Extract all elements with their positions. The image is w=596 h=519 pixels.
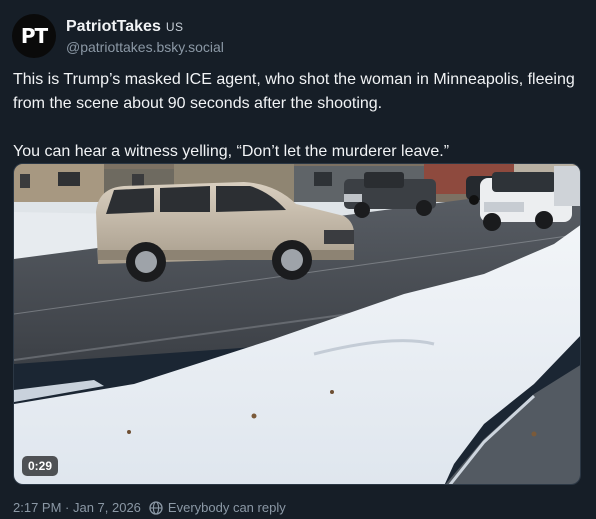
name-row: PatriotTakes US (66, 18, 224, 36)
video-duration-badge: 0:29 (22, 456, 59, 476)
globe-icon (149, 500, 163, 515)
post-header: PT PatriotTakes US @patriottakes.bsky.so… (12, 12, 224, 60)
post-text-paragraph-1: This is Trump’s masked ICE agent, who sh… (13, 71, 575, 112)
reply-setting[interactable]: Everybody can reply (168, 500, 286, 515)
video-player[interactable]: 0:29 (13, 163, 581, 485)
post-timestamp[interactable]: 2:17 PM · Jan 7, 2026 (13, 500, 141, 515)
post-footer: 2:17 PM · Jan 7, 2026 Everybody can repl… (13, 500, 286, 515)
post-card: PT PatriotTakes US @patriottakes.bsky.so… (0, 0, 596, 519)
avatar[interactable]: PT (12, 14, 56, 58)
handle[interactable]: @patriottakes.bsky.social (66, 39, 224, 55)
post-text: This is Trump’s masked ICE agent, who sh… (13, 68, 585, 164)
post-text-paragraph-2: You can hear a witness yelling, “Don’t l… (13, 143, 450, 160)
video-frame (14, 164, 580, 484)
country-label: US (165, 19, 184, 34)
display-name[interactable]: PatriotTakes (66, 18, 161, 36)
author-info: PatriotTakes US @patriottakes.bsky.socia… (66, 18, 224, 55)
